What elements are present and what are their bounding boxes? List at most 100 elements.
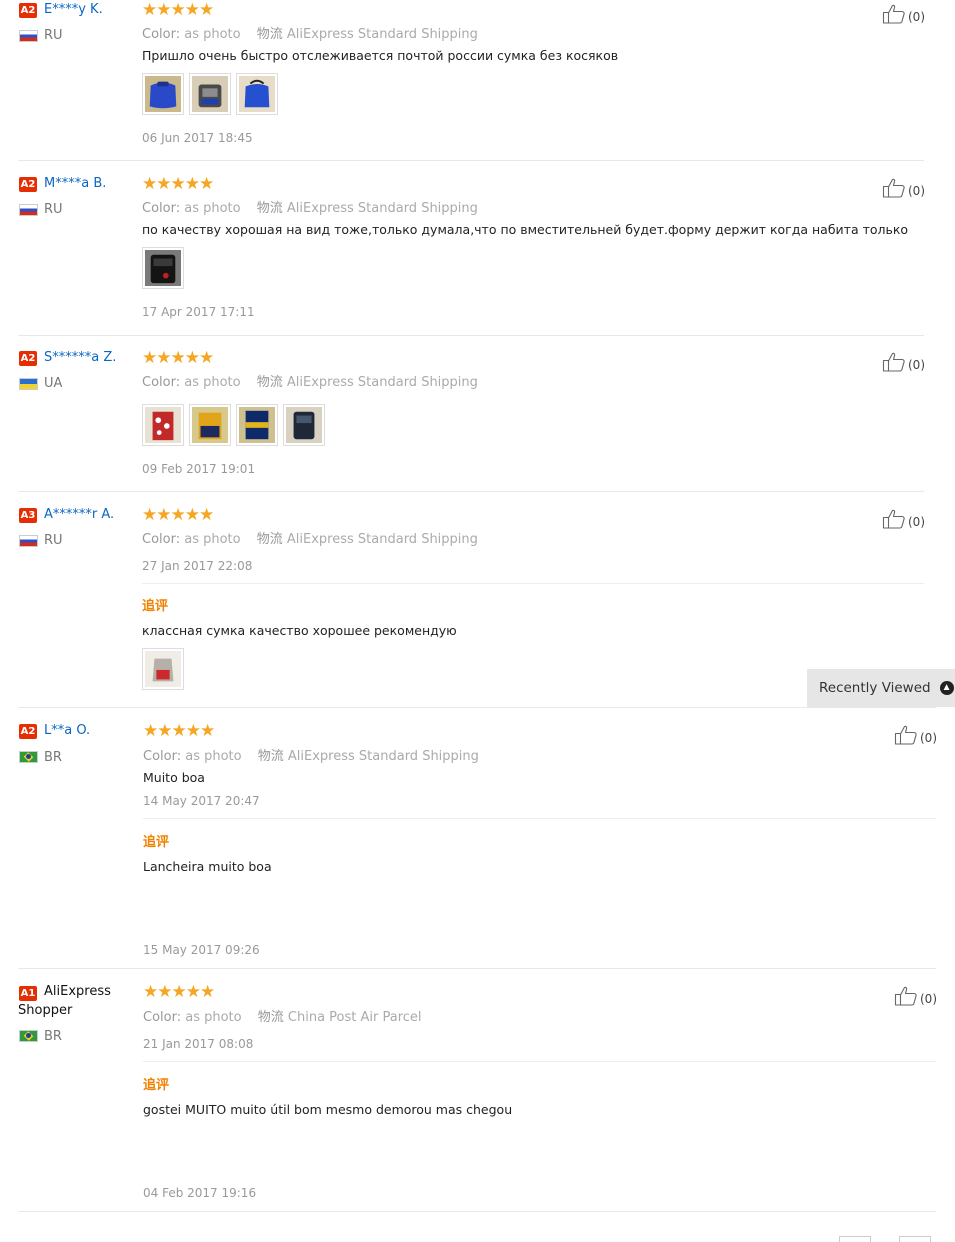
- color-label: Color:: [142, 27, 181, 42]
- pagination-prev-button[interactable]: [839, 1236, 871, 1242]
- recently-viewed-tab[interactable]: Recently Viewed ▲: [807, 669, 955, 707]
- review-text: по качеству хорошая на вид тоже,только д…: [142, 222, 909, 237]
- review-meta: Color: as photo 物流 AliExpress Standard S…: [142, 528, 478, 547]
- like-count: (0): [920, 731, 937, 745]
- like-button[interactable]: (0): [894, 723, 937, 745]
- thumbs-up-icon: [894, 725, 918, 745]
- review-photo[interactable]: [142, 247, 184, 289]
- review-date: 09 Feb 2017 19:01: [142, 462, 256, 476]
- shipping-value: AliExpress Standard Shipping: [286, 201, 478, 216]
- shipping-value: AliExpress Standard Shipping: [287, 749, 479, 764]
- color-label: Color:: [143, 1010, 182, 1025]
- like-button[interactable]: (0): [882, 2, 925, 24]
- thumbs-up-icon: [882, 4, 906, 24]
- rating-stars: ★★★★★: [142, 505, 214, 524]
- like-count: (0): [908, 515, 925, 529]
- like-count: (0): [908, 358, 925, 372]
- followup-label: 追评: [143, 835, 170, 850]
- review-date: 14 May 2017 20:47: [143, 794, 260, 808]
- review-divider: [18, 707, 936, 708]
- reviewer-name[interactable]: M****a B.: [44, 176, 106, 191]
- followup-divider: [143, 818, 936, 819]
- review-photos: [142, 247, 184, 289]
- review-text: Muito boa: [143, 770, 205, 785]
- shipping-label: 物流: [256, 27, 283, 42]
- shipping-label: 物流: [257, 749, 284, 764]
- review-photo[interactable]: [142, 404, 184, 446]
- buyer-level-badge: A2: [19, 3, 37, 18]
- reviewer-name[interactable]: A******r A.: [44, 507, 114, 522]
- review-date: 17 Apr 2017 17:11: [142, 305, 255, 319]
- review-divider: [18, 968, 936, 969]
- russia-flag-icon: [19, 30, 38, 42]
- shipping-value: AliExpress Standard Shipping: [286, 375, 478, 390]
- buyer-level-badge: A2: [19, 177, 37, 192]
- review-photos: [142, 404, 325, 446]
- review-meta: Color: as photo 物流 AliExpress Standard S…: [142, 371, 478, 390]
- reviewer-name-line2[interactable]: Shopper: [18, 1001, 72, 1020]
- like-count: (0): [920, 992, 937, 1006]
- shipping-value: AliExpress Standard Shipping: [286, 532, 478, 547]
- like-button[interactable]: (0): [894, 984, 937, 1006]
- recently-viewed-label: Recently Viewed: [819, 680, 931, 696]
- like-count: (0): [908, 184, 925, 198]
- reviewer-country: RU: [44, 533, 63, 548]
- color-label: Color:: [143, 749, 182, 764]
- review-photos: [142, 73, 278, 115]
- color-value: as photo: [185, 749, 242, 764]
- thumbs-up-icon: [894, 986, 918, 1006]
- rating-stars: ★★★★★: [143, 982, 215, 1001]
- followup-label: 追评: [142, 599, 169, 614]
- followup-photos: [142, 648, 184, 690]
- russia-flag-icon: [19, 204, 38, 216]
- like-button[interactable]: (0): [882, 507, 925, 529]
- review-photo[interactable]: [142, 648, 184, 690]
- reviewer-name-line1[interactable]: AliExpress: [44, 982, 111, 1001]
- followup-label: 追评: [143, 1078, 170, 1093]
- review-date: 27 Jan 2017 22:08: [142, 559, 253, 573]
- color-value: as photo: [184, 201, 241, 216]
- review-divider: [18, 1211, 936, 1212]
- review-photo[interactable]: [236, 404, 278, 446]
- review-meta: Color: as photo 物流 AliExpress Standard S…: [143, 745, 479, 764]
- color-label: Color:: [142, 532, 181, 547]
- color-label: Color:: [142, 201, 181, 216]
- ukraine-flag-icon: [19, 378, 38, 390]
- reviewer-name[interactable]: L**a O.: [44, 723, 90, 738]
- reviewer-name[interactable]: E****y K.: [44, 2, 103, 17]
- review-divider: [18, 491, 924, 492]
- followup-date: 15 May 2017 09:26: [143, 943, 260, 957]
- buyer-level-badge: A2: [19, 351, 37, 366]
- shipping-label: 物流: [257, 1010, 284, 1025]
- buyer-level-badge: A3: [19, 508, 37, 523]
- review-text: Пришло очень быстро отслеживается почтой…: [142, 48, 619, 63]
- color-value: as photo: [184, 375, 241, 390]
- brazil-flag-icon: [19, 751, 38, 763]
- like-button[interactable]: (0): [882, 350, 925, 372]
- followup-date: 04 Feb 2017 19:16: [143, 1186, 257, 1200]
- review-meta: Color: as photo 物流 AliExpress Standard S…: [142, 197, 478, 216]
- reviewer-country: RU: [44, 28, 63, 43]
- reviewer-country: BR: [44, 750, 62, 765]
- pagination-next-button[interactable]: [899, 1236, 931, 1242]
- review-meta: Color: as photo 物流 China Post Air Parcel: [143, 1006, 422, 1025]
- review-photo[interactable]: [142, 73, 184, 115]
- review-photo[interactable]: [189, 73, 231, 115]
- review-photo[interactable]: [283, 404, 325, 446]
- like-button[interactable]: (0): [882, 176, 925, 198]
- buyer-level-badge: A2: [19, 724, 37, 739]
- reviewer-name[interactable]: S******a Z.: [44, 350, 116, 365]
- rating-stars: ★★★★★: [142, 348, 214, 367]
- reviewer-country: BR: [44, 1029, 62, 1044]
- review-divider: [18, 335, 924, 336]
- review-photo[interactable]: [189, 404, 231, 446]
- color-value: as photo: [184, 27, 241, 42]
- russia-flag-icon: [19, 535, 38, 547]
- chevron-up-circle-icon: ▲: [939, 681, 954, 695]
- brazil-flag-icon: [19, 1030, 38, 1042]
- review-photo[interactable]: [236, 73, 278, 115]
- review-divider: [18, 160, 924, 161]
- shipping-value: AliExpress Standard Shipping: [286, 27, 478, 42]
- followup-text: классная сумка качество хорошее рекоменд…: [142, 623, 457, 638]
- color-label: Color:: [142, 375, 181, 390]
